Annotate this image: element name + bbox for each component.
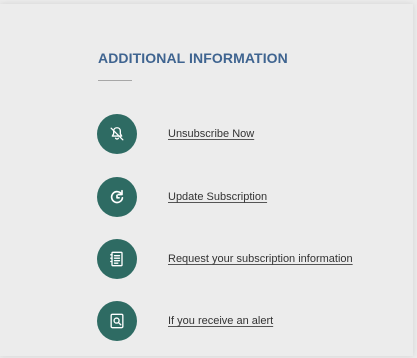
bell-off-icon <box>97 114 137 154</box>
update-subscription-link-row[interactable]: Update Subscription <box>97 177 267 217</box>
update-subscription-link[interactable]: Update Subscription <box>168 191 267 203</box>
refresh-icon <box>97 177 137 217</box>
additional-information-panel: ADDITIONAL INFORMATION Unsubscribe Now U… <box>0 4 413 356</box>
request-info-link-row[interactable]: Request your subscription information <box>97 239 353 279</box>
alert-received-link[interactable]: If you receive an alert <box>168 315 273 327</box>
request-subscription-info-link[interactable]: Request your subscription information <box>168 253 353 265</box>
search-document-icon <box>97 301 137 341</box>
title-divider <box>98 80 132 81</box>
unsubscribe-link-row[interactable]: Unsubscribe Now <box>97 114 254 154</box>
section-title: ADDITIONAL INFORMATION <box>98 50 288 66</box>
unsubscribe-link[interactable]: Unsubscribe Now <box>168 128 254 140</box>
alert-info-link-row[interactable]: If you receive an alert <box>97 301 273 341</box>
notebook-icon <box>97 239 137 279</box>
